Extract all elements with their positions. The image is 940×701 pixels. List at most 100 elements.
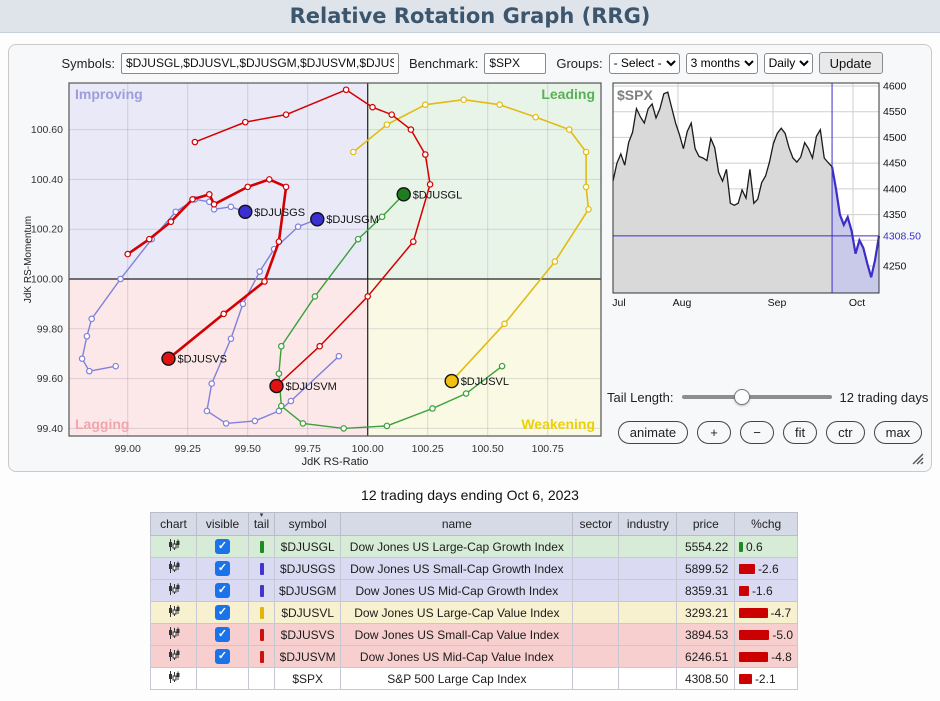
visible-checkbox[interactable]: ✓ xyxy=(215,539,230,554)
rrg-marker-label-$DJUSGM: $DJUSGM xyxy=(326,214,379,226)
chart-icon[interactable] xyxy=(167,607,181,621)
rrg-app: Relative Rotation Graph (RRG) Symbols: B… xyxy=(0,0,940,701)
cell-name: Dow Jones US Small-Cap Growth Index xyxy=(341,558,573,580)
tail-color-indicator[interactable] xyxy=(260,541,264,553)
cell-price: 5899.52 xyxy=(677,558,735,580)
cell-pct-change: -2.6 xyxy=(735,558,798,580)
svg-text:100.75: 100.75 xyxy=(532,443,564,455)
zoom-in-button[interactable]: + xyxy=(697,421,731,444)
rrg-marker-$DJUSVL[interactable] xyxy=(445,375,458,388)
chart-icon[interactable] xyxy=(167,651,181,665)
cell-name: Dow Jones US Mid-Cap Value Index xyxy=(341,646,573,668)
rrg-marker-$DJUSGM[interactable] xyxy=(311,213,324,226)
tail-length-control: Tail Length: 12 trading days xyxy=(607,389,933,405)
fit-button[interactable]: fit xyxy=(783,421,817,444)
chart-icon[interactable] xyxy=(167,563,181,577)
resize-handle-icon[interactable] xyxy=(910,451,924,465)
y-axis-title: JdK RS-Momentum xyxy=(23,216,34,303)
visible-checkbox[interactable]: ✓ xyxy=(215,627,230,642)
chart-icon[interactable] xyxy=(167,541,181,555)
rrg-marker-label-$DJUSGS: $DJUSGS xyxy=(254,207,305,219)
column-header-pctchg[interactable]: %chg xyxy=(735,513,798,536)
cell-pct-change: -4.7 xyxy=(735,602,798,624)
frequency-select[interactable]: Daily xyxy=(764,53,813,74)
chart-icon[interactable] xyxy=(167,585,181,599)
tail-color-indicator[interactable] xyxy=(260,607,264,619)
center-button[interactable]: ctr xyxy=(826,421,864,444)
column-header-industry[interactable]: industry xyxy=(619,513,677,536)
svg-text:100.50: 100.50 xyxy=(472,443,504,455)
slider-track[interactable] xyxy=(682,395,832,399)
visible-checkbox[interactable]: ✓ xyxy=(215,583,230,598)
quadrant-label-lagging: Lagging xyxy=(75,416,129,432)
table-row-$DJUSGL: ✓$DJUSGLDow Jones US Large-Cap Growth In… xyxy=(151,536,798,558)
pct-change-bar xyxy=(739,674,752,684)
tail-length-value: 12 trading days xyxy=(840,390,929,405)
chart-icon[interactable] xyxy=(167,673,181,687)
cell-pct-change: -1.6 xyxy=(735,580,798,602)
cell-symbol: $DJUSVM xyxy=(275,646,341,668)
period-select[interactable]: 3 months xyxy=(686,53,758,74)
rrg-marker-label-$DJUSGL: $DJUSGL xyxy=(413,189,463,201)
rrg-marker-label-$DJUSVL: $DJUSVL xyxy=(461,376,509,388)
cell-sector xyxy=(573,602,619,624)
column-header-visible[interactable]: visible xyxy=(197,513,249,536)
tail-color-indicator[interactable] xyxy=(260,585,264,597)
column-header-tail[interactable]: ▾tail xyxy=(249,513,275,536)
cell-pct-change: -4.8 xyxy=(735,646,798,668)
svg-text:99.25: 99.25 xyxy=(175,443,201,455)
groups-label: Groups: xyxy=(556,56,602,71)
column-header-sector[interactable]: sector xyxy=(573,513,619,536)
groups-select[interactable]: - Select - xyxy=(609,53,680,74)
visible-checkbox[interactable]: ✓ xyxy=(215,605,230,620)
cell-industry xyxy=(619,624,677,646)
tail-color-indicator[interactable] xyxy=(260,563,264,575)
svg-text:100.40: 100.40 xyxy=(31,174,63,186)
visible-checkbox[interactable]: ✓ xyxy=(215,561,230,576)
svg-text:4250: 4250 xyxy=(883,260,907,272)
max-button[interactable]: max xyxy=(874,421,923,444)
quadrant-weakening xyxy=(368,279,601,436)
column-header-chart[interactable]: chart xyxy=(151,513,197,536)
benchmark-input[interactable] xyxy=(484,53,546,74)
visible-checkbox[interactable]: ✓ xyxy=(215,649,230,664)
cell-pct-change: -5.0 xyxy=(735,624,798,646)
update-button[interactable]: Update xyxy=(819,52,883,74)
slider-knob[interactable] xyxy=(734,389,750,405)
svg-text:4600: 4600 xyxy=(883,81,907,93)
rrg-chart[interactable]: ImprovingLeadingLaggingWeakening99.0099.… xyxy=(21,79,621,479)
cell-industry xyxy=(619,668,677,690)
svg-text:Sep: Sep xyxy=(768,297,787,309)
tail-color-indicator[interactable] xyxy=(260,651,264,663)
rrg-marker-$DJUSVM[interactable] xyxy=(270,380,283,393)
svg-text:4500: 4500 xyxy=(883,132,907,144)
tail-length-slider[interactable] xyxy=(682,389,832,405)
svg-text:4550: 4550 xyxy=(883,106,907,118)
cell-price: 4308.50 xyxy=(677,668,735,690)
cell-symbol: $DJUSGS xyxy=(275,558,341,580)
svg-text:99.80: 99.80 xyxy=(37,323,63,335)
cell-sector xyxy=(573,580,619,602)
chart-icon[interactable] xyxy=(167,629,181,643)
cell-symbol: $SPX xyxy=(275,668,341,690)
table-row-$DJUSGM: ✓$DJUSGMDow Jones US Mid-Cap Growth Inde… xyxy=(151,580,798,602)
quadrant-label-improving: Improving xyxy=(75,86,143,102)
table-row-$SPX: $SPXS&P 500 Large Cap Index4308.50-2.1 xyxy=(151,668,798,690)
svg-text:4350: 4350 xyxy=(883,209,907,221)
benchmark-mini-chart[interactable]: 46004550450044504400435042504308.50JulAu… xyxy=(605,79,935,324)
symbols-input[interactable] xyxy=(121,53,399,74)
rrg-marker-$DJUSGL[interactable] xyxy=(397,188,410,201)
svg-text:100.25: 100.25 xyxy=(412,443,444,455)
animate-button[interactable]: animate xyxy=(618,421,688,444)
column-header-price[interactable]: price xyxy=(677,513,735,536)
table-row-$DJUSVS: ✓$DJUSVSDow Jones US Small-Cap Value Ind… xyxy=(151,624,798,646)
quadrant-label-weakening: Weakening xyxy=(521,416,595,432)
svg-text:100.00: 100.00 xyxy=(31,274,63,286)
tail-color-indicator[interactable] xyxy=(260,629,264,641)
zoom-out-button[interactable]: − xyxy=(740,421,774,444)
rrg-marker-$DJUSGS[interactable] xyxy=(239,205,252,218)
rrg-marker-$DJUSVS[interactable] xyxy=(162,352,175,365)
column-header-symbol[interactable]: symbol xyxy=(275,513,341,536)
column-header-name[interactable]: name xyxy=(341,513,573,536)
cell-name: Dow Jones US Large-Cap Value Index xyxy=(341,602,573,624)
